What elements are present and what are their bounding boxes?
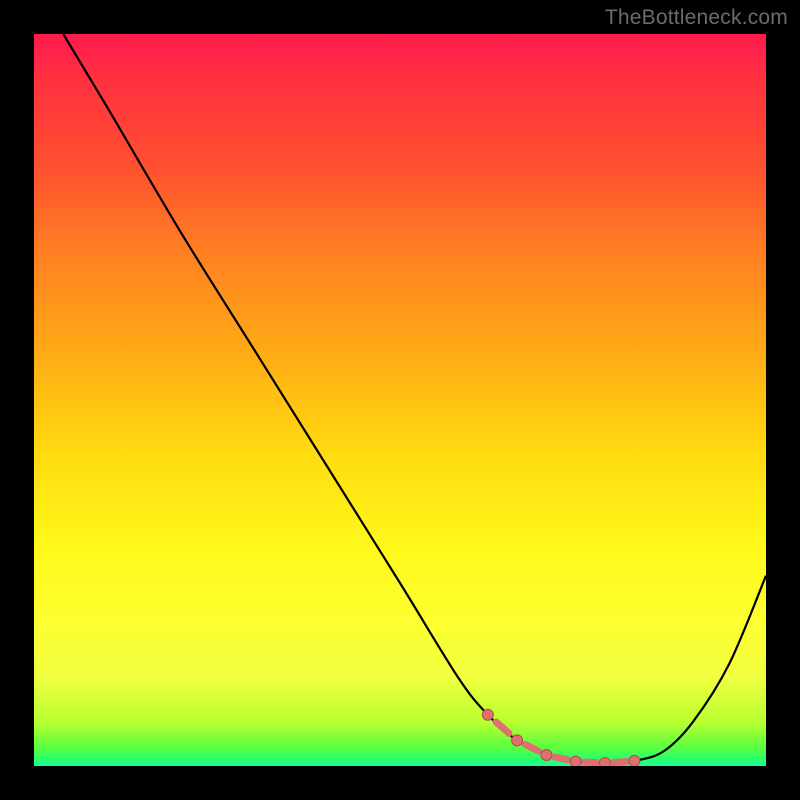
marker-dot	[629, 755, 640, 766]
marker-dot	[512, 735, 523, 746]
marker-dot	[541, 750, 552, 761]
marker-dash	[496, 722, 509, 733]
marker-dot	[570, 756, 581, 766]
watermark-text: TheBottleneck.com	[605, 6, 788, 30]
marker-dash	[555, 757, 568, 760]
marker-dash	[613, 761, 626, 762]
marker-dash	[584, 762, 597, 763]
bottleneck-curve	[63, 34, 766, 763]
chart-svg	[34, 34, 766, 766]
low-bottleneck-markers	[482, 709, 639, 766]
marker-dash	[525, 744, 538, 750]
marker-dot	[599, 758, 610, 766]
marker-dot	[482, 709, 493, 720]
chart-area	[34, 34, 766, 766]
